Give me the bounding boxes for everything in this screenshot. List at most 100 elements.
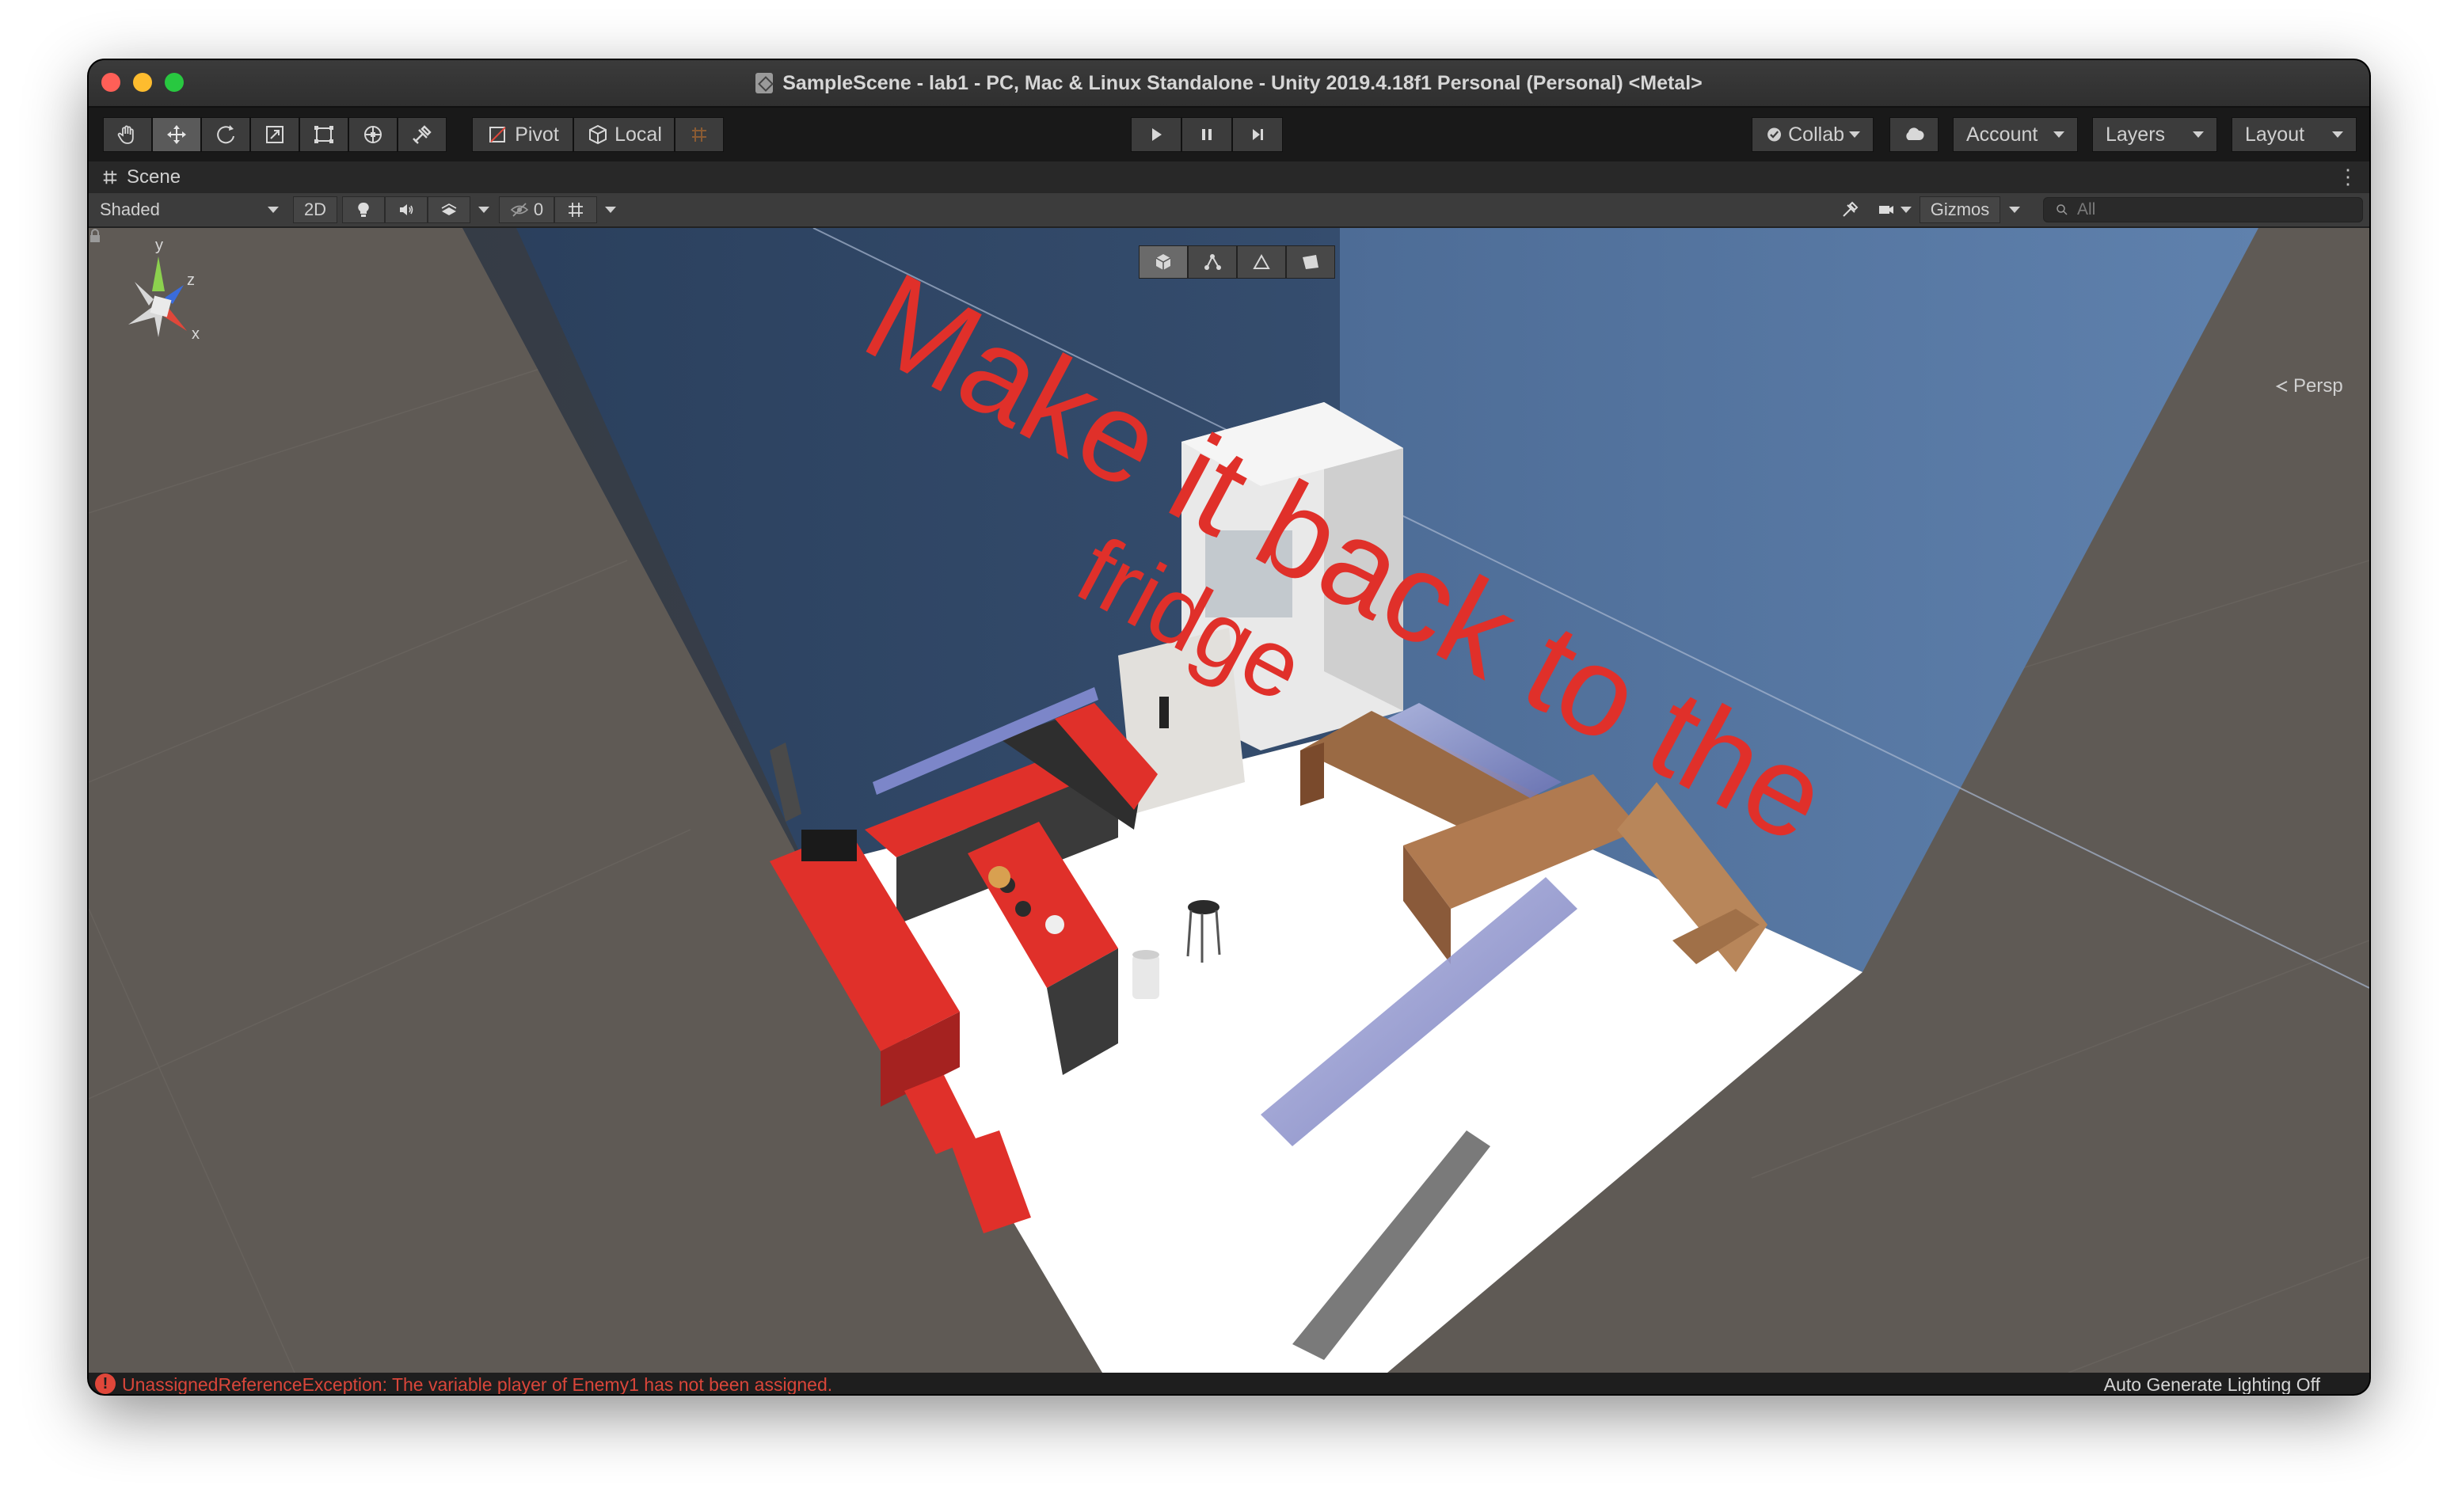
gizmo-neg-y-cone[interactable] bbox=[154, 312, 163, 337]
scene-viewport[interactable]: Make it back to the fridge y z x Persp bbox=[89, 228, 2369, 1373]
face-edit-button[interactable] bbox=[1286, 245, 1335, 279]
transform-tool-icon bbox=[364, 126, 382, 143]
scene-search-field[interactable] bbox=[2043, 197, 2363, 222]
error-icon[interactable]: ! bbox=[95, 1373, 116, 1394]
gizmos-button[interactable]: Gizmos bbox=[1920, 196, 2000, 223]
cloud-button[interactable] bbox=[1889, 117, 1939, 152]
lighting-status[interactable]: Auto Generate Lighting Off bbox=[2104, 1374, 2320, 1394]
pivot-label: Pivot bbox=[515, 123, 559, 146]
local-label: Local bbox=[614, 123, 662, 146]
collab-label: Collab bbox=[1788, 123, 1844, 146]
gizmo-x-label: x bbox=[192, 325, 200, 343]
cloud-group bbox=[1889, 117, 1939, 152]
rotate-tool-button[interactable] bbox=[201, 117, 250, 152]
spline-edit-button[interactable] bbox=[1188, 245, 1237, 279]
effects-toggle[interactable] bbox=[428, 196, 470, 223]
rect-tool-button[interactable] bbox=[299, 117, 348, 152]
chevron-down-icon bbox=[2009, 207, 2020, 213]
gizmo-y-cone[interactable] bbox=[152, 256, 165, 291]
pivot-local-group: Pivot Local bbox=[472, 117, 724, 152]
grid-visibility-icon bbox=[569, 203, 583, 217]
tools-icon bbox=[1843, 201, 1859, 217]
grid-dropdown[interactable] bbox=[597, 196, 624, 223]
gizmo-neg-z-cone[interactable] bbox=[135, 282, 154, 306]
hand-tool-button[interactable] bbox=[103, 117, 152, 152]
scene-search-input[interactable] bbox=[2076, 199, 2348, 220]
effects-layers-icon bbox=[441, 203, 457, 215]
projection-toggle[interactable]: Persp bbox=[2274, 375, 2343, 397]
account-group: Account bbox=[1953, 117, 2078, 152]
effects-dropdown[interactable] bbox=[470, 196, 497, 223]
custom-tool-icon bbox=[413, 125, 432, 144]
chevron-down-icon bbox=[478, 207, 489, 213]
title-area: SampleScene - lab1 - PC, Mac & Linux Sta… bbox=[89, 60, 2369, 106]
play-icon bbox=[1152, 128, 1162, 141]
kebab-menu-icon[interactable]: ⋮ bbox=[2338, 166, 2358, 187]
camera-settings-button[interactable] bbox=[1872, 196, 1916, 223]
projection-label: Persp bbox=[2293, 375, 2343, 397]
gizmo-y-label: y bbox=[155, 237, 163, 254]
chevron-down-icon bbox=[268, 207, 279, 213]
hidden-objects-toggle[interactable]: 0 bbox=[499, 196, 554, 223]
custom-tool-button[interactable] bbox=[398, 117, 447, 152]
window-title: SampleScene - lab1 - PC, Mac & Linux Sta… bbox=[782, 71, 1703, 94]
status-bar: ! UnassignedReferenceException: The vari… bbox=[89, 1373, 2369, 1394]
search-icon bbox=[2057, 204, 2068, 215]
console-error-message[interactable]: UnassignedReferenceException: The variab… bbox=[122, 1374, 832, 1394]
hidden-count: 0 bbox=[533, 199, 544, 219]
grid-toggle[interactable] bbox=[554, 196, 597, 223]
chevron-down-icon bbox=[2053, 131, 2064, 138]
lighting-toggle[interactable] bbox=[342, 196, 385, 223]
gizmo-z-label: z bbox=[187, 272, 195, 289]
pause-icon bbox=[1202, 129, 1212, 140]
chevron-down-icon bbox=[2332, 131, 2343, 138]
scale-tool-button[interactable] bbox=[250, 117, 299, 152]
step-button[interactable] bbox=[1232, 117, 1283, 152]
face-icon bbox=[1303, 255, 1318, 269]
pivot-toggle[interactable]: Pivot bbox=[472, 117, 573, 152]
layout-dropdown[interactable]: Layout bbox=[2232, 117, 2357, 152]
toggle-2d-button[interactable]: 2D bbox=[293, 196, 337, 223]
tools-toggle[interactable] bbox=[1831, 196, 1869, 223]
collab-dropdown[interactable]: Collab bbox=[1752, 117, 1874, 152]
account-dropdown[interactable]: Account bbox=[1953, 117, 2078, 152]
draw-mode-label: Shaded bbox=[100, 199, 160, 219]
right-toolbar: Collab bbox=[1752, 117, 1874, 152]
move-tool-button[interactable] bbox=[152, 117, 201, 152]
lock-icon[interactable] bbox=[89, 228, 101, 244]
cloud-icon bbox=[1906, 127, 1924, 140]
audio-toggle[interactable] bbox=[385, 196, 428, 223]
hand-tool-icon bbox=[117, 125, 134, 144]
layers-label: Layers bbox=[2106, 123, 2166, 146]
chevron-down-icon bbox=[1849, 131, 1860, 138]
play-button[interactable] bbox=[1131, 117, 1181, 152]
chevron-down-icon bbox=[2193, 131, 2204, 138]
camera-icon bbox=[1879, 206, 1893, 214]
chevron-down-icon bbox=[605, 207, 616, 213]
gizmos-label: Gizmos bbox=[1930, 199, 1990, 219]
scene-toolbar: Shaded 2D 0 Gizmos All bbox=[89, 193, 2369, 228]
unity-scene-icon bbox=[755, 73, 774, 93]
layers-group: Layers bbox=[2092, 117, 2217, 152]
tab-scene[interactable]: Scene bbox=[101, 161, 181, 193]
rect-tool-icon bbox=[314, 126, 333, 143]
local-cube-icon bbox=[589, 124, 607, 145]
orientation-gizmo[interactable]: y z x bbox=[89, 228, 215, 394]
transform-tool-button[interactable] bbox=[348, 117, 398, 152]
local-toggle[interactable]: Local bbox=[573, 117, 675, 152]
collab-check-icon bbox=[1767, 127, 1782, 142]
cube-icon bbox=[1155, 254, 1171, 270]
title-bar: SampleScene - lab1 - PC, Mac & Linux Sta… bbox=[89, 60, 2369, 108]
playback-controls bbox=[1131, 117, 1283, 152]
pause-button[interactable] bbox=[1181, 117, 1232, 152]
layout-label: Layout bbox=[2245, 123, 2305, 146]
tab-row: Scene ⋮ bbox=[89, 161, 2369, 193]
draw-mode-dropdown[interactable]: Shaded bbox=[92, 196, 287, 223]
grid-snap-button[interactable] bbox=[675, 117, 724, 152]
layers-dropdown[interactable]: Layers bbox=[2092, 117, 2217, 152]
scene-tab-label: Scene bbox=[127, 166, 181, 188]
collider-edit-button[interactable] bbox=[1139, 245, 1188, 279]
polygon-edit-button[interactable] bbox=[1237, 245, 1286, 279]
toggle-2d-label: 2D bbox=[303, 199, 327, 219]
gizmos-dropdown[interactable] bbox=[2000, 196, 2029, 223]
